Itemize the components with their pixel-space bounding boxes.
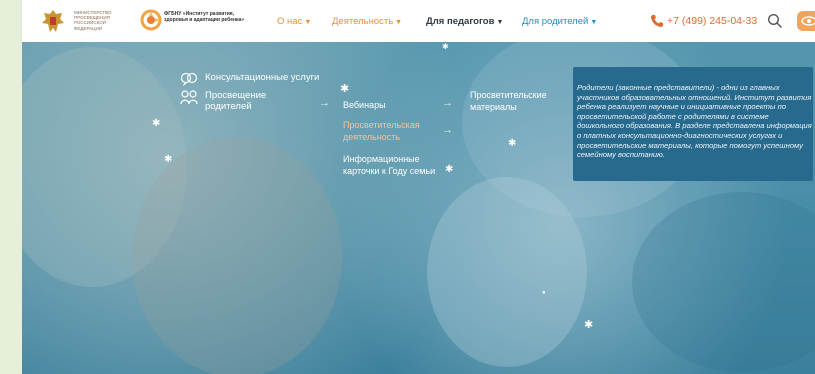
nav-about[interactable]: О нас ▼	[277, 16, 311, 27]
education-icon	[180, 90, 198, 105]
submenu-webinars[interactable]: Вебинары	[343, 99, 386, 111]
ministry-text: МИНИСТЕРСТВО ПРОСВЕЩЕНИЯ РОССИЙСКОЙ ФЕДЕ…	[74, 10, 112, 31]
accessibility-button[interactable]	[797, 11, 815, 31]
menu-item-parent-education-label: Просвещение родителей	[205, 90, 267, 112]
snowflake-icon: ✱	[584, 319, 594, 331]
phone-icon[interactable]	[650, 14, 664, 28]
submenu-education-activity[interactable]: Просветительская деятельность	[343, 119, 438, 143]
arrow-right-icon: →	[442, 97, 453, 109]
snowflake-icon: ✱	[508, 138, 517, 149]
menu-item-consult-label: Консультационные услуги	[205, 72, 320, 83]
nav-parents-label: Для родителей	[522, 16, 589, 27]
nav-activity-label: Деятельность	[332, 16, 394, 27]
nav-teachers-label: Для педагогов	[426, 16, 495, 27]
consult-icon	[180, 72, 198, 86]
info-text: Родители (законные представители) - одни…	[577, 83, 812, 160]
nav-teachers[interactable]: Для педагогов ▼	[426, 16, 503, 27]
phone-number[interactable]: +7 (499) 245-04-33	[667, 15, 757, 27]
search-icon[interactable]	[767, 13, 783, 29]
nav-parents[interactable]: Для родителей ▼	[522, 16, 597, 27]
hero-banner: Консультационные услуги Просвещение роди…	[22, 42, 815, 374]
institute-text: ФГБНУ «Институт развития, здоровья и ада…	[164, 11, 245, 23]
arrow-right-icon: →	[319, 97, 330, 109]
nav-about-label: О нас	[277, 16, 303, 27]
snowflake-icon: ✱	[164, 154, 173, 165]
chevron-down-icon: ▼	[496, 19, 504, 26]
nav-activity[interactable]: Деятельность ▼	[332, 16, 402, 27]
chevron-down-icon: ▼	[304, 19, 312, 26]
snowflake-icon: ●	[542, 290, 546, 296]
snowflake-icon: ✱	[445, 164, 454, 175]
snowflake-icon: ✱	[152, 118, 161, 129]
arrow-right-icon: →	[442, 124, 453, 136]
submenu-education-materials[interactable]: Просветительские материалы	[470, 89, 560, 113]
snowflake-icon: ✱	[442, 42, 449, 51]
eye-icon	[801, 16, 815, 26]
page: МИНИСТЕРСТВО ПРОСВЕЩЕНИЯ РОССИЙСКОЙ ФЕДЕ…	[0, 0, 815, 374]
institute-logo-icon[interactable]	[140, 9, 162, 31]
ministry-emblem-icon[interactable]	[40, 8, 66, 34]
submenu-family-year-cards[interactable]: Информационные карточки к Году семьи	[343, 153, 453, 177]
info-panel: Родители (законные представители) - одни…	[573, 67, 813, 181]
chevron-down-icon: ▼	[395, 19, 403, 26]
chevron-down-icon: ▼	[590, 19, 598, 26]
site-header: МИНИСТЕРСТВО ПРОСВЕЩЕНИЯ РОССИЙСКОЙ ФЕДЕ…	[22, 0, 815, 42]
snowflake-icon: ✱	[340, 83, 350, 95]
